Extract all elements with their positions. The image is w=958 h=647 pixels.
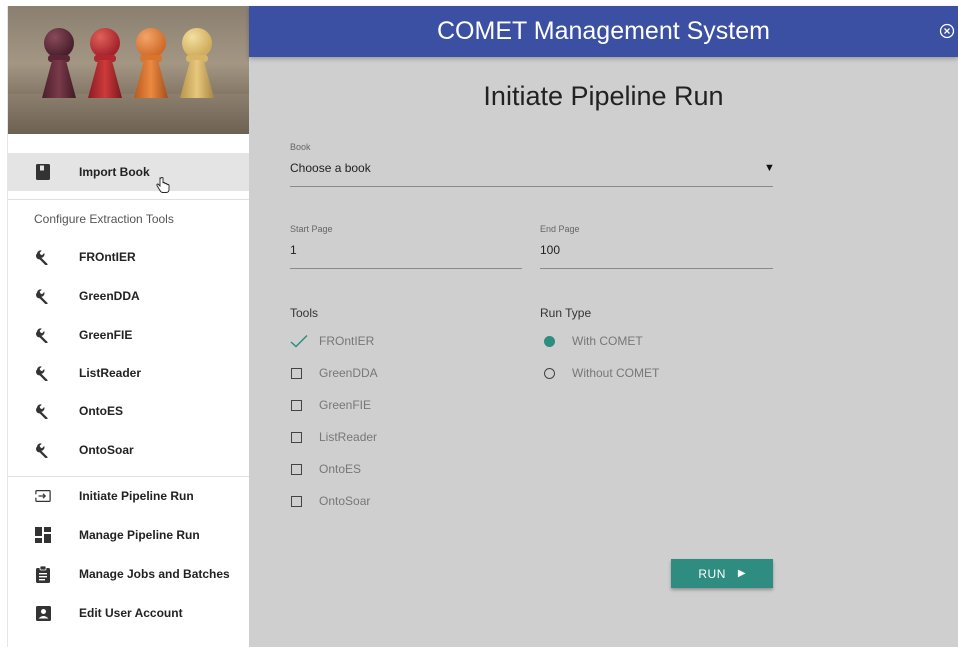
sidebar-item-greenfie[interactable]: GreenFIE — [8, 316, 250, 354]
play-arrow-icon: ▶ — [737, 568, 746, 579]
dashboard-icon — [35, 527, 51, 543]
end-page-underline — [540, 268, 773, 269]
start-page-value: 1 — [290, 243, 297, 257]
wrench-icon — [35, 442, 51, 458]
start-page-label: Start Page — [290, 224, 333, 234]
run-type-radio-without-comet[interactable]: Without COMET — [544, 364, 744, 382]
run-type-label: With COMET — [572, 334, 643, 348]
header-image — [8, 6, 250, 134]
sidebar: Import Book Configure Extraction Tools F… — [7, 6, 250, 647]
sidebar-item-import-book[interactable]: Import Book — [8, 153, 250, 191]
run-type-radio-with-comet[interactable]: With COMET — [544, 332, 744, 350]
tool-label: GreenFIE — [319, 398, 372, 412]
wrench-icon — [35, 288, 51, 304]
sidebar-item-ontoes[interactable]: OntoES — [8, 392, 250, 430]
sidebar-item-label: Manage Pipeline Run — [79, 528, 200, 542]
sidebar-item-label: Import Book — [79, 165, 150, 179]
sidebar-item-label: GreenDDA — [79, 289, 140, 303]
sidebar-item-label: FROntIER — [79, 250, 136, 264]
tool-label: OntoSoar — [319, 494, 371, 508]
app-bar: COMET Management System — [249, 6, 958, 57]
run-type-label: Without COMET — [572, 366, 660, 380]
radio-unselected — [544, 367, 555, 379]
checkbox — [291, 367, 302, 379]
sidebar-item-label: Initiate Pipeline Run — [79, 489, 194, 503]
close-icon[interactable] — [939, 23, 955, 39]
run-button-label: RUN — [698, 566, 726, 581]
tool-checkbox-ontosoar[interactable]: OntoSoar — [290, 492, 490, 510]
tool-label: GreenDDA — [319, 366, 378, 380]
input-arrow-icon — [35, 488, 51, 504]
sidebar-item-listreader[interactable]: ListReader — [8, 354, 250, 392]
main-content: COMET Management System Initiate Pipelin… — [249, 6, 958, 647]
sidebar-item-edit-user-account[interactable]: Edit User Account — [8, 594, 250, 632]
sidebar-item-label: Manage Jobs and Batches — [79, 567, 230, 581]
checkbox — [291, 431, 302, 443]
tool-checkbox-greenfie[interactable]: GreenFIE — [290, 396, 490, 414]
clipboard-icon — [35, 565, 51, 583]
sidebar-item-ontosoar[interactable]: OntoSoar — [8, 431, 250, 469]
hand-cursor-icon — [156, 177, 170, 193]
checkbox — [291, 463, 302, 475]
divider — [8, 199, 250, 200]
sidebar-item-frontier[interactable]: FROntIER — [8, 238, 250, 276]
wrench-icon — [35, 365, 51, 381]
pawn-figure — [42, 28, 76, 100]
dropdown-arrow-icon: ▼ — [764, 162, 775, 174]
account-box-icon — [35, 605, 51, 621]
section-title: Configure Extraction Tools — [34, 212, 174, 226]
tool-checkbox-greendda[interactable]: GreenDDA — [290, 364, 490, 382]
sidebar-item-label: Edit User Account — [79, 606, 183, 620]
sidebar-item-label: OntoES — [79, 404, 123, 418]
tool-checkbox-frontier[interactable]: FROntIER — [290, 332, 490, 350]
book-underline — [290, 186, 773, 187]
tool-label: ListReader — [319, 430, 378, 444]
end-page-value: 100 — [540, 243, 561, 257]
sidebar-item-initiate-pipeline-run[interactable]: Initiate Pipeline Run — [8, 477, 250, 515]
sidebar-item-label: GreenFIE — [79, 328, 133, 342]
checkbox — [291, 495, 302, 507]
page-title: Initiate Pipeline Run — [483, 81, 724, 111]
checkbox — [291, 399, 302, 411]
book-value: Choose a book — [290, 161, 371, 175]
pawn-figure — [88, 28, 122, 100]
tool-label: FROntIER — [319, 334, 375, 348]
sidebar-item-label: OntoSoar — [79, 443, 134, 457]
wrench-icon — [35, 403, 51, 419]
tool-label: OntoES — [319, 462, 362, 476]
book-label: Book — [290, 142, 311, 152]
run-button[interactable]: RUN ▶ — [671, 559, 773, 588]
pawn-figure — [180, 28, 214, 100]
checkmark-icon — [290, 334, 308, 348]
wrench-icon — [35, 327, 51, 343]
book-icon — [35, 164, 51, 180]
sidebar-item-label: ListReader — [79, 366, 142, 380]
sidebar-item-manage-jobs-and-batches[interactable]: Manage Jobs and Batches — [8, 555, 250, 593]
app-title: COMET Management System — [437, 17, 770, 45]
tools-title: Tools — [290, 306, 319, 320]
start-page-underline — [290, 268, 522, 269]
radio-selected — [544, 335, 555, 347]
pawn-figure — [134, 28, 168, 100]
tool-checkbox-ontoes[interactable]: OntoES — [290, 460, 490, 478]
sidebar-item-greendda[interactable]: GreenDDA — [8, 277, 250, 315]
run-type-title: Run Type — [540, 306, 592, 320]
sidebar-item-manage-pipeline-run[interactable]: Manage Pipeline Run — [8, 516, 250, 554]
end-page-label: End Page — [540, 224, 580, 234]
tool-checkbox-listreader[interactable]: ListReader — [290, 428, 490, 446]
wrench-icon — [35, 249, 51, 265]
